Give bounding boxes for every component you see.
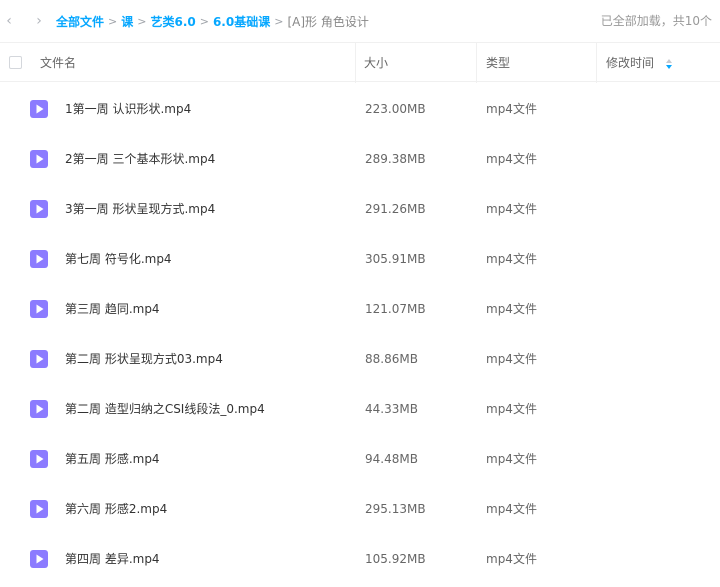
breadcrumb-item-all-files[interactable]: 全部文件 xyxy=(56,13,104,30)
video-file-icon xyxy=(30,450,48,468)
file-type: mp4文件 xyxy=(486,552,537,566)
video-file-icon xyxy=(30,550,48,568)
file-type: mp4文件 xyxy=(486,352,537,366)
file-size: 289.38MB xyxy=(365,152,426,166)
file-name[interactable]: 第四周 差异.mp4 xyxy=(65,534,160,584)
breadcrumb-separator-icon: > xyxy=(274,14,284,28)
file-type: mp4文件 xyxy=(486,452,537,466)
table-header: 文件名 大小 类型 修改时间 xyxy=(0,42,720,83)
file-size: 88.86MB xyxy=(365,352,418,366)
breadcrumb-item-art-6[interactable]: 艺类6.0 xyxy=(150,13,195,30)
video-file-icon xyxy=(30,400,48,418)
file-row[interactable]: 第二周 形状呈现方式03.mp4 88.86MB mp4文件 xyxy=(0,334,720,384)
file-row[interactable]: 第五周 形感.mp4 94.48MB mp4文件 xyxy=(0,434,720,484)
file-row[interactable]: 第七周 符号化.mp4 305.91MB mp4文件 xyxy=(0,234,720,284)
column-header-mtime[interactable]: 修改时间 xyxy=(606,43,672,83)
file-name[interactable]: 第六周 形感2.mp4 xyxy=(65,484,167,534)
video-file-icon xyxy=(30,100,48,118)
column-divider xyxy=(596,43,597,83)
breadcrumb-item-current: [A]形 角色设计 xyxy=(287,14,369,29)
file-type: mp4文件 xyxy=(486,252,537,266)
select-all-checkbox[interactable] xyxy=(9,56,22,69)
load-status: 已全部加载，共10个 xyxy=(600,14,712,28)
breadcrumb: 全部文件 > 课 > 艺类6.0 > 6.0基础课 > [A]形 角色设计 xyxy=(56,13,369,30)
file-type: mp4文件 xyxy=(486,152,537,166)
column-header-size[interactable]: 大小 xyxy=(364,43,388,83)
breadcrumb-item-basic-course[interactable]: 6.0基础课 xyxy=(213,13,270,30)
file-name[interactable]: 第五周 形感.mp4 xyxy=(65,434,160,484)
file-size: 94.48MB xyxy=(365,452,418,466)
file-row[interactable]: 3第一周 形状呈现方式.mp4 291.26MB mp4文件 xyxy=(0,184,720,234)
file-row[interactable]: 第四周 差异.mp4 105.92MB mp4文件 xyxy=(0,534,720,584)
file-row[interactable]: 第二周 造型归纳之CSI线段法_0.mp4 44.33MB mp4文件 xyxy=(0,384,720,434)
file-size: 291.26MB xyxy=(365,202,426,216)
file-name[interactable]: 2第一周 三个基本形状.mp4 xyxy=(65,134,215,184)
video-file-icon xyxy=(30,250,48,268)
sort-icon[interactable] xyxy=(665,58,672,69)
video-file-icon xyxy=(30,150,48,168)
file-name[interactable]: 3第一周 形状呈现方式.mp4 xyxy=(65,184,215,234)
video-file-icon xyxy=(30,300,48,318)
breadcrumb-separator-icon: > xyxy=(199,14,209,28)
file-size: 105.92MB xyxy=(365,552,426,566)
breadcrumb-item-course[interactable]: 课 xyxy=(121,13,133,30)
file-name[interactable]: 第二周 造型归纳之CSI线段法_0.mp4 xyxy=(65,384,265,434)
video-file-icon xyxy=(30,500,48,518)
file-size: 223.00MB xyxy=(365,102,426,116)
video-file-icon xyxy=(30,350,48,368)
file-row[interactable]: 2第一周 三个基本形状.mp4 289.38MB mp4文件 xyxy=(0,134,720,184)
file-row[interactable]: 第三周 趋同.mp4 121.07MB mp4文件 xyxy=(0,284,720,334)
file-name[interactable]: 第二周 形状呈现方式03.mp4 xyxy=(65,334,223,384)
breadcrumb-separator-icon: > xyxy=(108,14,118,28)
column-header-name[interactable]: 文件名 xyxy=(40,43,76,83)
file-type: mp4文件 xyxy=(486,202,537,216)
file-type: mp4文件 xyxy=(486,302,537,316)
file-row[interactable]: 第六周 形感2.mp4 295.13MB mp4文件 xyxy=(0,484,720,534)
chevron-right-icon[interactable]: › xyxy=(30,0,48,42)
column-header-mtime-label: 修改时间 xyxy=(606,56,655,70)
file-name[interactable]: 第三周 趋同.mp4 xyxy=(65,284,160,334)
file-size: 44.33MB xyxy=(365,402,418,416)
video-file-icon xyxy=(30,200,48,218)
file-row[interactable]: 1第一周 认识形状.mp4 223.00MB mp4文件 xyxy=(0,84,720,134)
breadcrumb-separator-icon: > xyxy=(137,14,147,28)
chevron-left-icon[interactable]: ‹ xyxy=(0,0,18,42)
file-type: mp4文件 xyxy=(486,102,537,116)
column-divider xyxy=(355,43,356,83)
file-name[interactable]: 第七周 符号化.mp4 xyxy=(65,234,172,284)
file-type: mp4文件 xyxy=(486,502,537,516)
file-size: 121.07MB xyxy=(365,302,426,316)
column-header-type[interactable]: 类型 xyxy=(486,43,510,83)
top-bar: ‹ › 全部文件 > 课 > 艺类6.0 > 6.0基础课 > [A]形 角色设… xyxy=(0,0,720,42)
file-size: 295.13MB xyxy=(365,502,426,516)
file-name[interactable]: 1第一周 认识形状.mp4 xyxy=(65,84,191,134)
file-size: 305.91MB xyxy=(365,252,426,266)
file-type: mp4文件 xyxy=(486,402,537,416)
column-divider xyxy=(476,43,477,83)
